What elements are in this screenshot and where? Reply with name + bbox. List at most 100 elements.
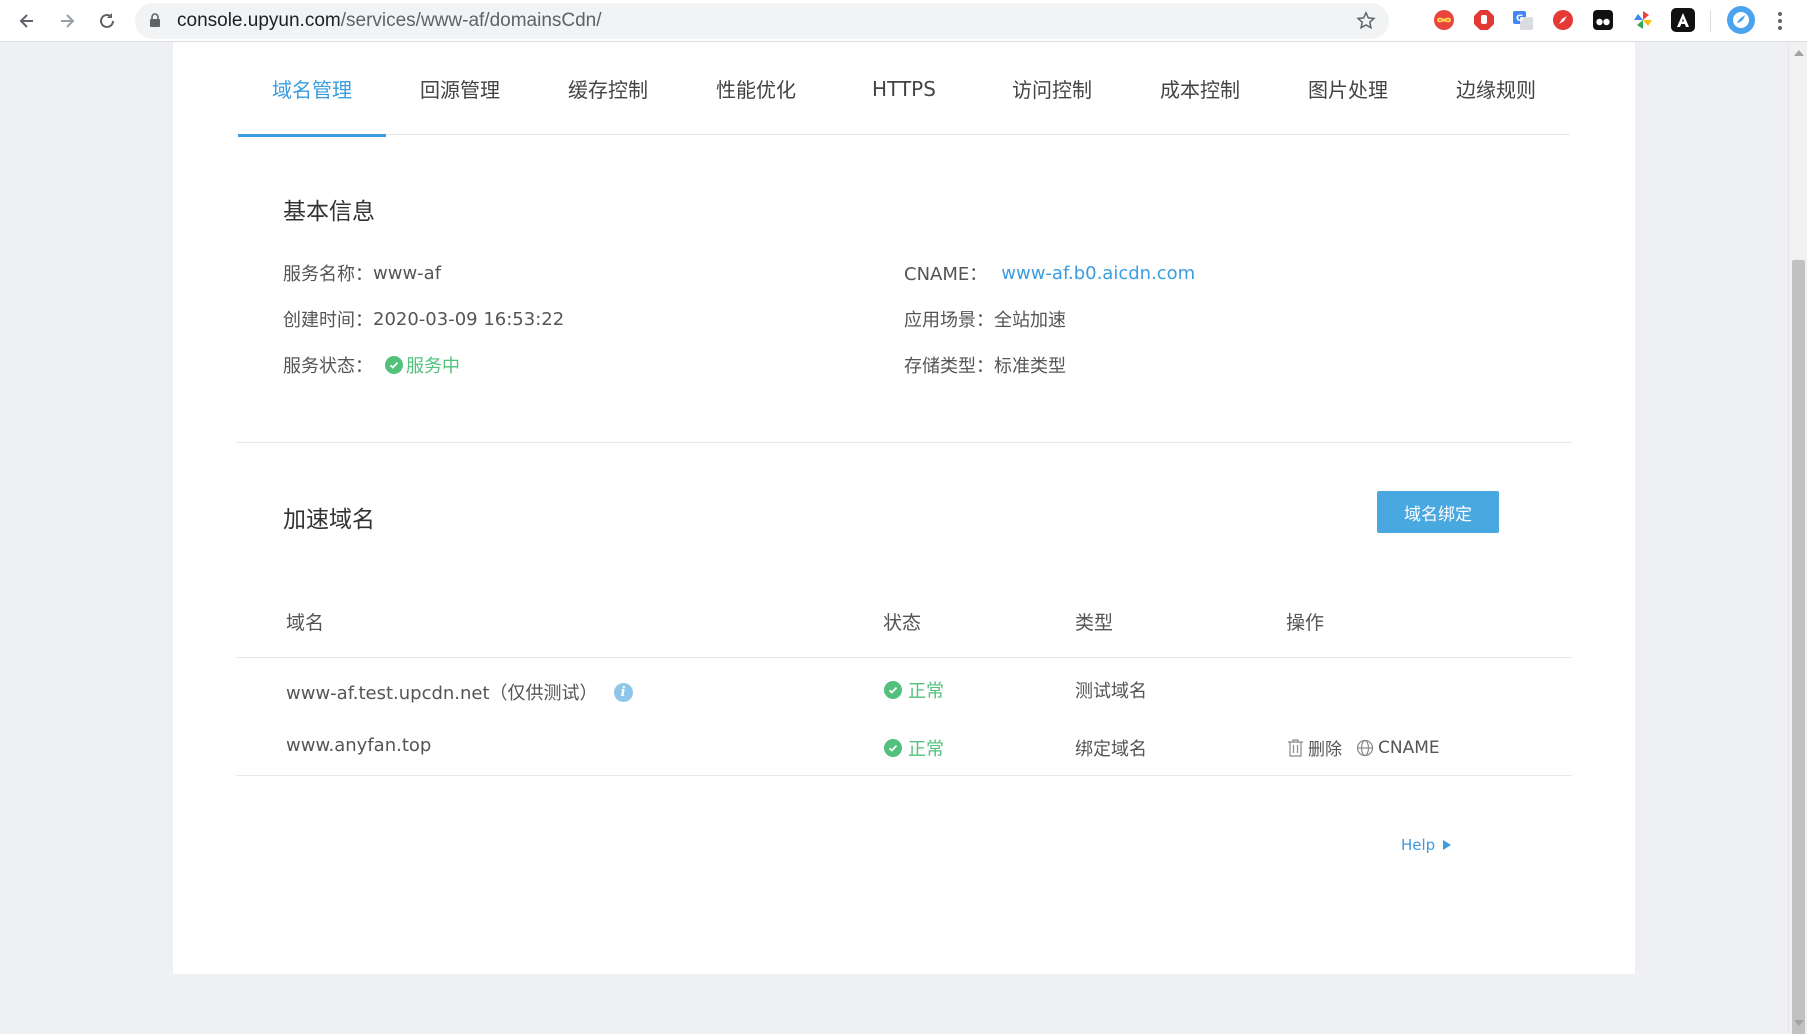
table-row-status: 正常 [884, 735, 944, 761]
basic-info-title: 基本信息 [283, 199, 375, 225]
url-text: console.upyun.com/services/www-af/domain… [177, 10, 602, 32]
table-row-type: 绑定域名 [1075, 739, 1147, 760]
delete-label: 删除 [1308, 740, 1342, 760]
cname-row: CNAME： www-af.b0.aicdn.com [904, 260, 1195, 286]
scroll-up-arrow-icon[interactable] [1794, 50, 1804, 56]
tampermonkey-icon [1593, 10, 1613, 30]
browser-toolbar: console.upyun.com/services/www-af/domain… [0, 0, 1807, 42]
extension-translate-icon[interactable]: G [1511, 8, 1535, 32]
scenario-row: 应用场景： 全站加速 [904, 306, 1066, 332]
storage-label: 存储类型： [904, 356, 994, 377]
table-row-domain: www-af.test.upcdn.net（仅供测试） i [286, 679, 633, 705]
trash-icon [1288, 738, 1303, 757]
service-tabs: 域名管理 回源管理 缓存控制 性能优化 HTTPS 访问控制 成本控制 图片处理… [238, 42, 1570, 137]
service-name-value: www-af [373, 262, 442, 284]
help-label: Help [1401, 836, 1436, 854]
created-time-row: 创建时间： 2020-03-09 16:53:22 [283, 306, 564, 332]
scenario-label: 应用场景： [904, 310, 994, 331]
cname-label: CNAME [1378, 737, 1440, 758]
service-name-row: 服务名称： www-af [283, 260, 441, 286]
help-link[interactable]: Help [1401, 836, 1452, 854]
domain-management-card: 域名管理 回源管理 缓存控制 性能优化 HTTPS 访问控制 成本控制 图片处理… [173, 42, 1635, 974]
col-header-domain: 域名 [286, 612, 325, 634]
letter-a-icon [1677, 13, 1689, 27]
tab-https[interactable]: HTTPS [830, 42, 978, 135]
table-row-type: 测试域名 [1075, 681, 1147, 702]
toolbar-separator [1710, 10, 1711, 32]
tab-edge-rules[interactable]: 边缘规则 [1422, 42, 1570, 135]
play-arrow-icon [1443, 840, 1452, 850]
avatar-icon [1733, 12, 1749, 28]
service-name-label: 服务名称： [283, 264, 373, 285]
browser-menu-button[interactable] [1768, 8, 1792, 34]
extension-pinwheel-icon[interactable] [1631, 8, 1655, 32]
cname-domain-button[interactable]: CNAME [1356, 738, 1440, 758]
reload-icon [100, 13, 114, 28]
created-time-value: 2020-03-09 16:53:22 [373, 308, 565, 330]
table-row-actions: 删除 CNAME [1287, 735, 1440, 760]
reload-button[interactable] [92, 6, 122, 36]
arrow-left-icon [19, 14, 33, 28]
service-status-value: 服务中 [406, 356, 460, 377]
extension-infinity-icon[interactable] [1432, 8, 1456, 32]
tab-cost-control[interactable]: 成本控制 [1126, 42, 1274, 135]
forward-button[interactable] [52, 6, 82, 36]
url-path: /services/www-af/domainsCdn/ [340, 10, 602, 31]
delete-domain-button[interactable]: 删除 [1287, 735, 1342, 760]
domain-status-badge: 正常 [884, 735, 944, 761]
tab-cache-control[interactable]: 缓存控制 [534, 42, 682, 135]
col-header-type: 类型 [1075, 612, 1114, 634]
extension-compass-icon[interactable] [1551, 8, 1575, 32]
scroll-thumb[interactable] [1792, 260, 1805, 1034]
tab-performance[interactable]: 性能优化 [682, 42, 830, 135]
section-divider [236, 442, 1572, 443]
profile-avatar[interactable] [1727, 6, 1755, 34]
cname-label: CNAME： [904, 264, 988, 285]
back-button[interactable] [12, 6, 42, 36]
domain-name: www-af.test.upcdn.net（仅供测试） [286, 683, 598, 704]
infinity-icon [1434, 10, 1454, 30]
bind-domain-button[interactable]: 域名绑定 [1377, 491, 1499, 533]
cname-link[interactable]: www-af.b0.aicdn.com [1001, 263, 1195, 284]
table-header-divider [236, 657, 1572, 658]
storage-row: 存储类型： 标准类型 [904, 352, 1066, 378]
col-header-actions: 操作 [1286, 612, 1325, 634]
service-status-row: 服务状态： 服务中 [283, 352, 460, 378]
service-status-label: 服务状态： [283, 356, 373, 377]
lock-icon [150, 13, 160, 27]
check-circle-icon [884, 739, 902, 757]
scroll-down-arrow-icon[interactable] [1794, 1020, 1804, 1026]
tab-origin-management[interactable]: 回源管理 [386, 42, 534, 135]
domain-status-value: 正常 [908, 681, 944, 702]
extension-adblock-icon[interactable] [1472, 8, 1496, 32]
extension-tampermonkey-icon[interactable] [1591, 8, 1615, 32]
page-scrollbar[interactable] [1788, 42, 1807, 1034]
tab-domain-management[interactable]: 域名管理 [238, 42, 386, 137]
pinwheel-icon [1634, 11, 1652, 29]
arrow-right-icon [61, 14, 75, 28]
check-circle-icon [884, 681, 902, 699]
svg-text:G: G [1516, 14, 1523, 24]
stop-hand-icon [1474, 10, 1494, 30]
extension-a-icon[interactable] [1671, 8, 1695, 32]
translate-icon: G [1513, 11, 1533, 30]
table-bottom-divider [236, 775, 1572, 776]
scenario-value: 全站加速 [994, 310, 1066, 331]
service-status-badge: 服务中 [385, 352, 460, 378]
globe-icon [1356, 739, 1374, 756]
storage-value: 标准类型 [994, 356, 1066, 377]
domain-status-value: 正常 [908, 739, 944, 760]
check-circle-icon [385, 356, 403, 374]
url-host: console.upyun.com [177, 10, 341, 31]
address-bar[interactable]: console.upyun.com/services/www-af/domain… [135, 3, 1389, 39]
table-row-domain: www.anyfan.top [286, 735, 432, 756]
table-row-status: 正常 [884, 677, 944, 703]
col-header-status: 状态 [883, 612, 922, 634]
tab-access-control[interactable]: 访问控制 [978, 42, 1126, 135]
bookmark-star-icon[interactable] [1355, 10, 1377, 32]
compass-icon [1553, 10, 1573, 30]
domain-status-badge: 正常 [884, 677, 944, 703]
info-icon[interactable]: i [613, 682, 633, 702]
created-time-label: 创建时间： [283, 310, 373, 331]
tab-image-processing[interactable]: 图片处理 [1274, 42, 1422, 135]
